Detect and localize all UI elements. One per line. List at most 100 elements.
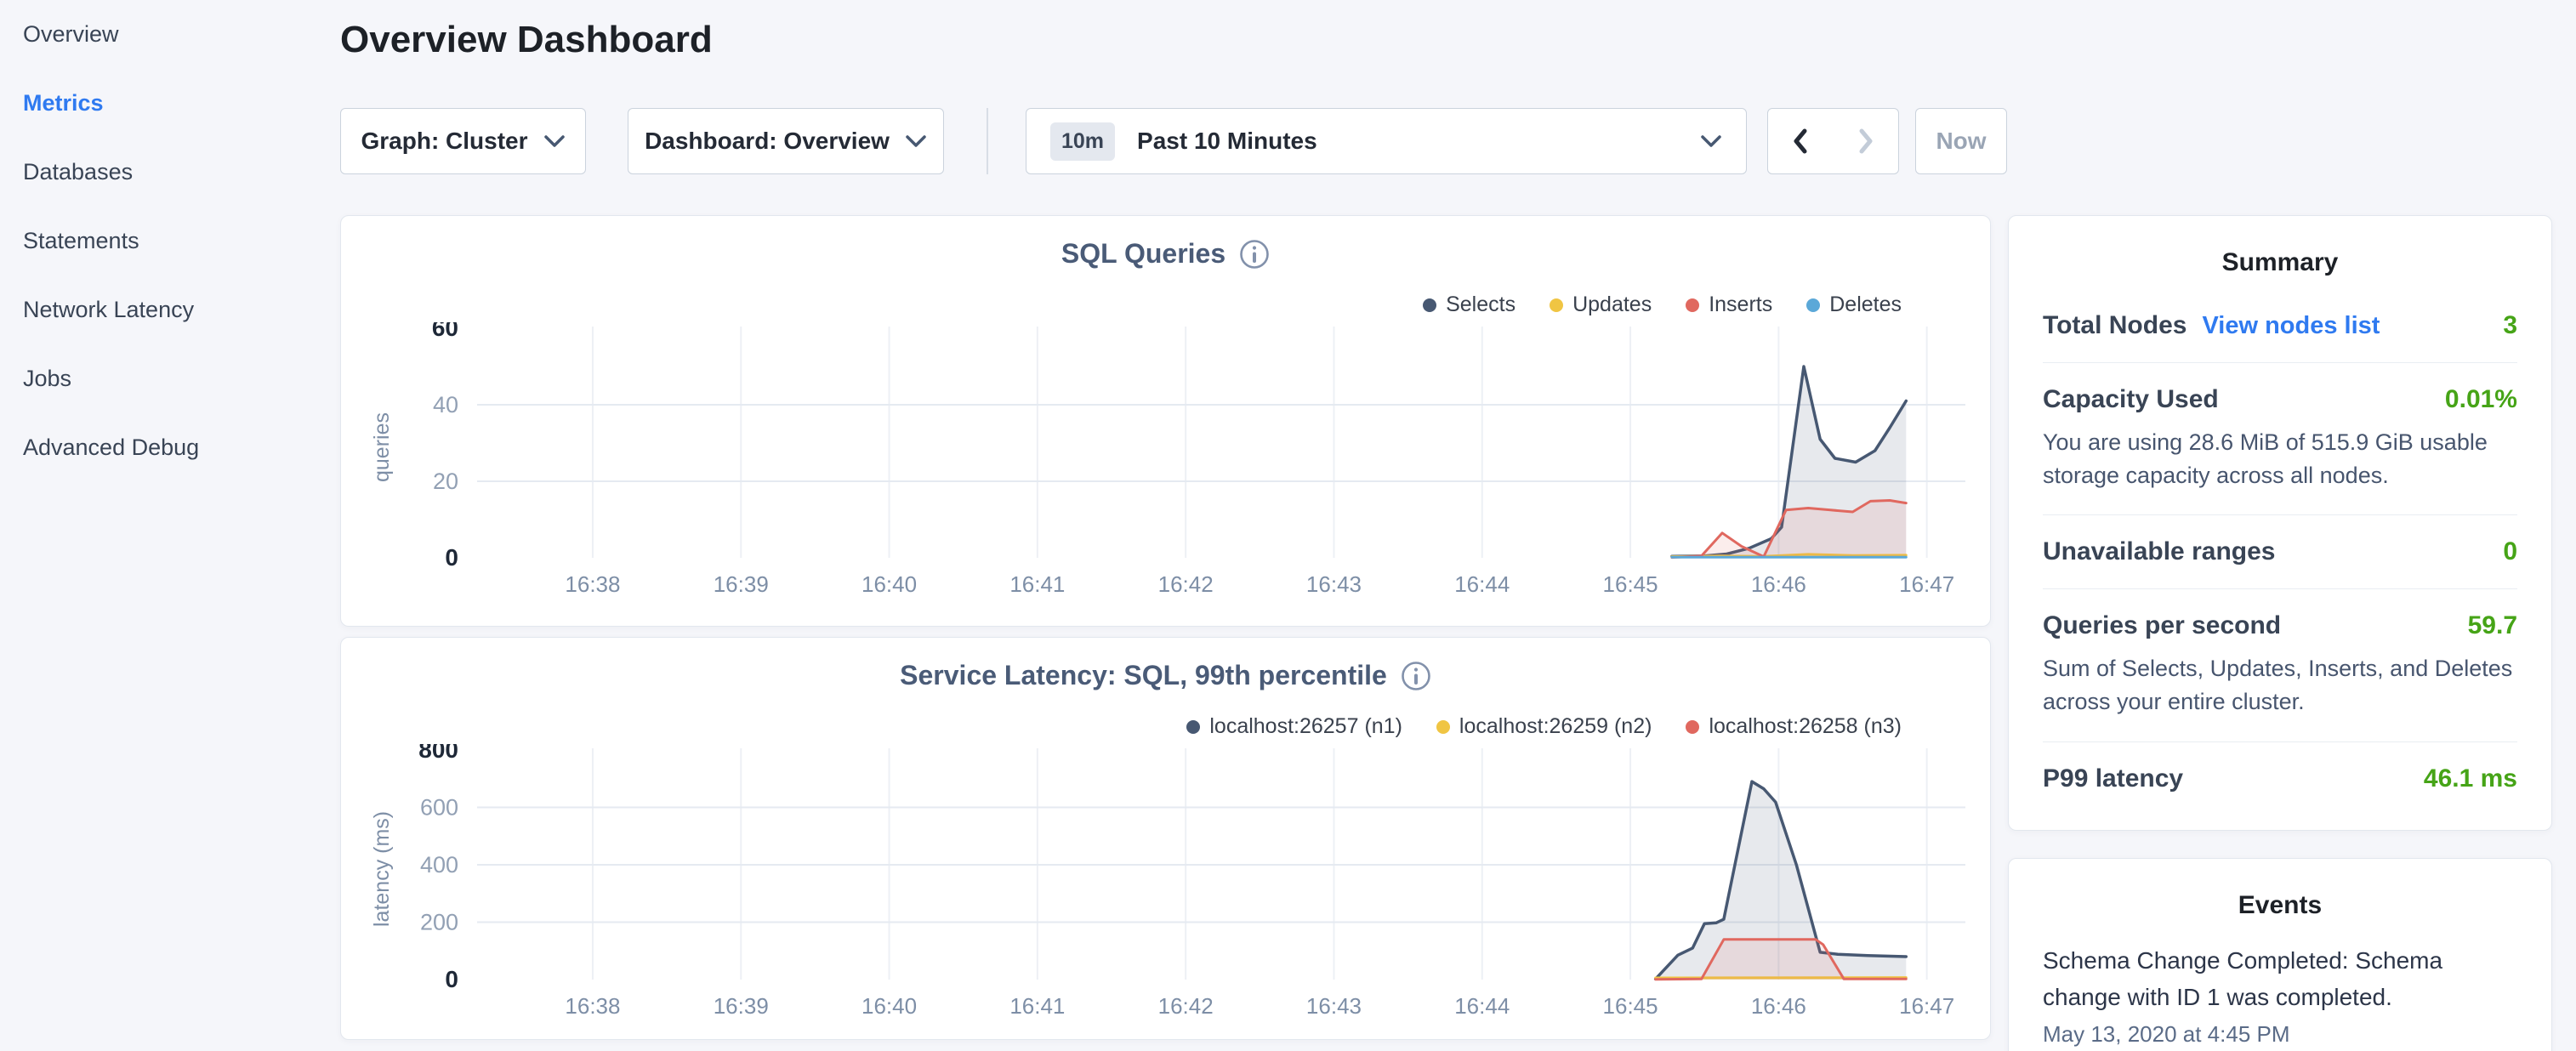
svg-text:400: 400 bbox=[420, 852, 458, 878]
chevron-down-icon bbox=[905, 134, 927, 148]
view-nodes-list-link[interactable]: View nodes list bbox=[2202, 312, 2380, 340]
summary-row-p99-latency: P99 latency 46.1 ms bbox=[2043, 742, 2517, 815]
sql-queries-chart-panel: SQL Queries Selects Updates Inserts Deletes… bbox=[340, 215, 1991, 627]
legend-dot-icon bbox=[1550, 298, 1563, 312]
summary-value: 3 bbox=[2503, 311, 2517, 340]
now-button[interactable]: Now bbox=[1915, 108, 2007, 174]
legend-dot-icon bbox=[1686, 298, 1699, 312]
svg-text:0: 0 bbox=[445, 966, 458, 992]
svg-text:16:40: 16:40 bbox=[862, 571, 917, 597]
graph-dropdown[interactable]: Graph: Cluster bbox=[340, 108, 586, 174]
chevron-down-icon bbox=[543, 134, 566, 148]
legend-dot-icon bbox=[1186, 720, 1200, 734]
sidebar-item-label: Network Latency bbox=[23, 297, 194, 323]
sidebar-item-network-latency[interactable]: Network Latency bbox=[0, 276, 340, 344]
event-item[interactable]: Schema Change Completed: Schema change w… bbox=[2043, 942, 2517, 1048]
summary-value: 46.1 ms bbox=[2424, 764, 2517, 793]
summary-label: Total Nodes bbox=[2043, 311, 2186, 340]
svg-text:600: 600 bbox=[420, 795, 458, 821]
graph-dropdown-label: Graph: Cluster bbox=[361, 128, 527, 155]
legend-label: localhost:26258 (n3) bbox=[1709, 714, 1902, 739]
sidebar-item-advanced-debug[interactable]: Advanced Debug bbox=[0, 413, 340, 482]
chart-title: SQL Queries bbox=[1061, 238, 1225, 270]
summary-label: P99 latency bbox=[2043, 764, 2183, 793]
dashboard-dropdown-label: Dashboard: Overview bbox=[645, 128, 890, 155]
summary-value: 0 bbox=[2503, 537, 2517, 566]
svg-text:16:39: 16:39 bbox=[714, 993, 769, 1019]
legend-dot-icon bbox=[1806, 298, 1820, 312]
summary-label: Capacity Used bbox=[2043, 385, 2219, 414]
svg-text:16:42: 16:42 bbox=[1158, 993, 1214, 1019]
sidebar-item-label: Statements bbox=[23, 228, 139, 254]
summary-value: 0.01% bbox=[2445, 385, 2517, 414]
chart-header: SQL Queries bbox=[341, 216, 1990, 270]
events-title: Events bbox=[2043, 884, 2517, 932]
svg-text:16:45: 16:45 bbox=[1603, 571, 1658, 597]
sidebar-item-jobs[interactable]: Jobs bbox=[0, 344, 340, 413]
dashboard-dropdown[interactable]: Dashboard: Overview bbox=[628, 108, 944, 174]
time-next-button[interactable] bbox=[1833, 108, 1899, 174]
svg-text:16:38: 16:38 bbox=[565, 571, 620, 597]
svg-text:40: 40 bbox=[433, 392, 458, 418]
svg-text:16:38: 16:38 bbox=[565, 993, 620, 1019]
summary-title: Summary bbox=[2043, 241, 2517, 289]
chevron-down-icon bbox=[1700, 134, 1722, 148]
legend-item[interactable]: Deletes bbox=[1806, 293, 1902, 317]
info-icon[interactable] bbox=[1401, 661, 1431, 691]
summary-description: Sum of Selects, Updates, Inserts, and De… bbox=[2043, 652, 2517, 719]
legend-label: Inserts bbox=[1709, 293, 1772, 317]
svg-text:16:46: 16:46 bbox=[1751, 993, 1806, 1019]
legend-label: Updates bbox=[1572, 293, 1652, 317]
chart-legend: Selects Updates Inserts Deletes bbox=[1423, 293, 1902, 317]
events-panel: Events Schema Change Completed: Schema c… bbox=[2008, 858, 2552, 1051]
svg-text:800: 800 bbox=[418, 744, 458, 763]
svg-text:16:39: 16:39 bbox=[714, 571, 769, 597]
legend-item[interactable]: localhost:26258 (n3) bbox=[1686, 714, 1902, 739]
legend-dot-icon bbox=[1686, 720, 1699, 734]
summary-description: You are using 28.6 MiB of 515.9 GiB usab… bbox=[2043, 426, 2517, 492]
sql-queries-chart[interactable]: 020406016:3816:3916:4016:4116:4216:4316:… bbox=[341, 322, 1992, 603]
svg-text:16:41: 16:41 bbox=[1009, 993, 1065, 1019]
service-latency-chart[interactable]: 020040060080016:3816:3916:4016:4116:4216… bbox=[341, 744, 1992, 1025]
summary-row-capacity-used: Capacity Used 0.01% You are using 28.6 M… bbox=[2043, 363, 2517, 515]
svg-text:200: 200 bbox=[420, 910, 458, 935]
info-icon[interactable] bbox=[1239, 239, 1270, 270]
svg-text:60: 60 bbox=[432, 322, 458, 341]
svg-text:0: 0 bbox=[445, 544, 458, 571]
sidebar-item-label: Jobs bbox=[23, 366, 71, 392]
legend-item[interactable]: localhost:26257 (n1) bbox=[1186, 714, 1402, 739]
legend-label: localhost:26259 (n2) bbox=[1459, 714, 1652, 739]
summary-row-unavailable-ranges: Unavailable ranges 0 bbox=[2043, 515, 2517, 589]
svg-text:16:46: 16:46 bbox=[1751, 571, 1806, 597]
svg-text:16:47: 16:47 bbox=[1899, 571, 1954, 597]
svg-text:16:44: 16:44 bbox=[1454, 571, 1510, 597]
summary-label: Queries per second bbox=[2043, 611, 2281, 640]
legend-dot-icon bbox=[1423, 298, 1436, 312]
sidebar-item-label: Advanced Debug bbox=[23, 435, 199, 461]
chart-legend: localhost:26257 (n1) localhost:26259 (n2)… bbox=[1186, 714, 1902, 739]
chart-header: Service Latency: SQL, 99th percentile bbox=[341, 638, 1990, 691]
legend-item[interactable]: Updates bbox=[1550, 293, 1652, 317]
chevron-right-icon bbox=[1858, 128, 1874, 155]
legend-label: Deletes bbox=[1829, 293, 1902, 317]
service-latency-chart-panel: Service Latency: SQL, 99th percentile lo… bbox=[340, 637, 1991, 1040]
sidebar-item-statements[interactable]: Statements bbox=[0, 207, 340, 276]
legend-item[interactable]: Inserts bbox=[1686, 293, 1772, 317]
time-range-dropdown[interactable]: 10m Past 10 Minutes bbox=[1026, 108, 1747, 174]
legend-label: Selects bbox=[1446, 293, 1515, 317]
summary-row-total-nodes: Total Nodes View nodes list 3 bbox=[2043, 289, 2517, 363]
event-text: Schema Change Completed: Schema change w… bbox=[2043, 942, 2517, 1016]
summary-row-queries-per-second: Queries per second 59.7 Sum of Selects, … bbox=[2043, 589, 2517, 741]
legend-item[interactable]: Selects bbox=[1423, 293, 1515, 317]
summary-value: 59.7 bbox=[2468, 611, 2517, 640]
event-timestamp: May 13, 2020 at 4:45 PM bbox=[2043, 1021, 2517, 1048]
legend-item[interactable]: localhost:26259 (n2) bbox=[1436, 714, 1652, 739]
time-prev-button[interactable] bbox=[1767, 108, 1834, 174]
svg-text:16:44: 16:44 bbox=[1454, 993, 1510, 1019]
sidebar-item-overview[interactable]: Overview bbox=[0, 0, 340, 69]
svg-text:16:41: 16:41 bbox=[1009, 571, 1065, 597]
time-range-label: Past 10 Minutes bbox=[1137, 128, 1700, 155]
svg-text:20: 20 bbox=[433, 469, 458, 494]
chart-title: Service Latency: SQL, 99th percentile bbox=[900, 660, 1387, 691]
svg-text:16:45: 16:45 bbox=[1603, 993, 1658, 1019]
